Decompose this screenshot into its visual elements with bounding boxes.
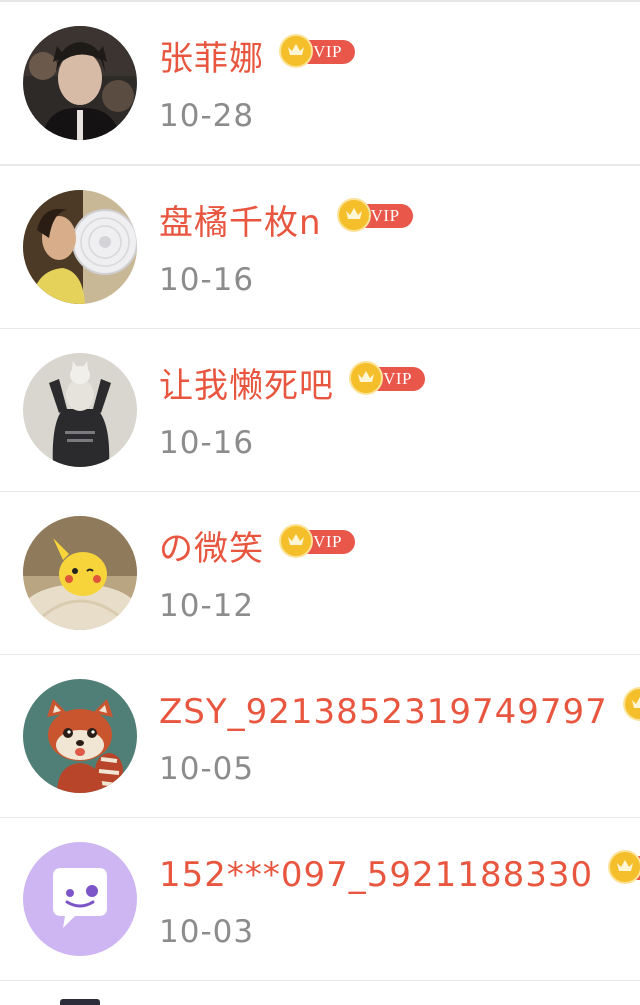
avatar[interactable]	[23, 516, 137, 630]
list-item[interactable]: 盘橘千枚n VIP 10-16	[0, 166, 640, 330]
vip-badge: VIP	[336, 198, 415, 232]
crown-icon	[622, 687, 640, 721]
name-line: の微笑 VIP	[159, 524, 357, 572]
user-name[interactable]: 盘橘千枚n	[159, 200, 322, 246]
follow-date: 10-12	[159, 588, 255, 624]
vip-label: VIP	[313, 532, 342, 551]
avatar[interactable]	[23, 190, 137, 304]
list-item[interactable]: 让我懒死吧 VIP 10-16	[0, 329, 640, 493]
user-name[interactable]: 让我懒死吧	[159, 363, 334, 409]
avatar[interactable]	[23, 26, 137, 140]
crown-icon	[349, 361, 384, 395]
list-item[interactable]: ZSY_9213852319749797 VIP 10-05	[0, 655, 640, 819]
user-name[interactable]: 152***097_5921188330	[159, 852, 593, 898]
list-item[interactable]: 张菲娜 VIP 10-28	[0, 2, 640, 166]
list-item[interactable]: の微笑 VIP 10-12	[0, 492, 640, 656]
crown-icon	[279, 34, 314, 68]
user-name[interactable]: ZSY_9213852319749797	[159, 689, 608, 735]
follow-date: 10-05	[159, 751, 255, 787]
name-line: 152***097_5921188330 VIP	[159, 850, 640, 898]
avatar[interactable]	[60, 999, 100, 1005]
crown-icon	[608, 850, 640, 884]
crown-icon	[336, 198, 371, 232]
vip-badge: VIP	[349, 361, 427, 395]
crown-icon	[279, 524, 314, 558]
avatar[interactable]	[23, 842, 137, 956]
follow-date: 10-03	[159, 914, 255, 950]
name-line: 盘橘千枚n VIP	[159, 198, 415, 246]
avatar[interactable]	[23, 679, 137, 793]
user-name[interactable]: の微笑	[159, 526, 264, 572]
list-item-partial[interactable]	[0, 981, 640, 1005]
follow-date: 10-16	[159, 425, 255, 461]
follow-date: 10-28	[159, 98, 255, 134]
name-line: 让我懒死吧 VIP	[159, 361, 427, 409]
user-name[interactable]: 张菲娜	[159, 36, 264, 82]
vip-label: VIP	[370, 206, 400, 225]
list-item[interactable]: 152***097_5921188330 VIP 10-03	[0, 818, 640, 982]
vip-badge: VIP	[608, 850, 640, 884]
name-line: ZSY_9213852319749797 VIP	[159, 687, 640, 735]
vip-label: VIP	[383, 369, 412, 388]
vip-badge: VIP	[622, 687, 640, 721]
user-list: 张菲娜 VIP 10-28 盘橘千枚n VIP 10-16 让我懒死吧 VIP …	[0, 0, 640, 1005]
name-line: 张菲娜 VIP	[159, 34, 357, 82]
avatar[interactable]	[23, 353, 137, 467]
vip-label: VIP	[313, 42, 342, 61]
vip-badge: VIP	[279, 34, 357, 68]
vip-badge: VIP	[279, 524, 357, 558]
follow-date: 10-16	[159, 262, 255, 298]
